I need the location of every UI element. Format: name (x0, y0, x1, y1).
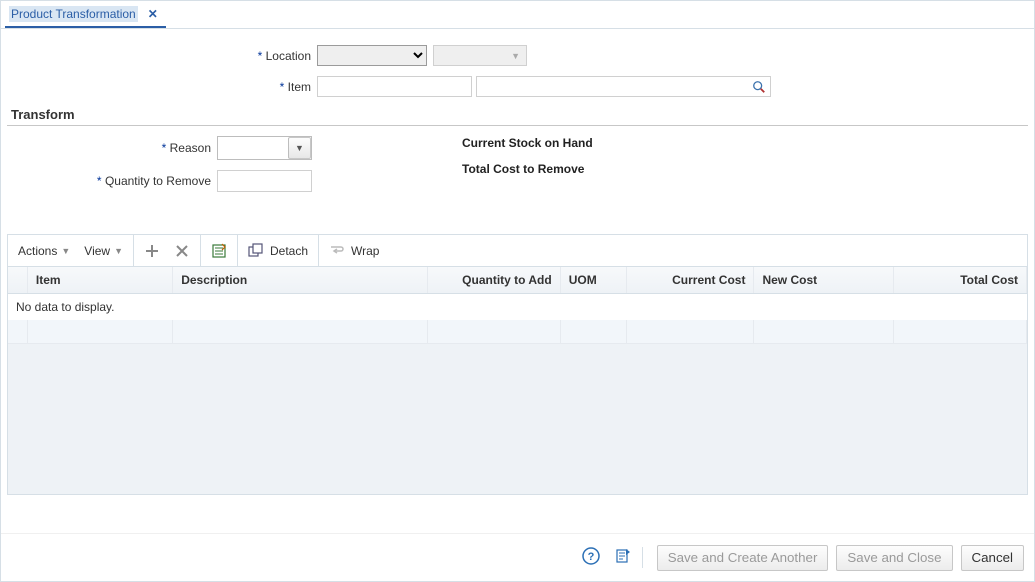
table-body-filler (8, 344, 1027, 494)
reason-combo-button[interactable]: ▼ (288, 137, 311, 159)
tab-title: Product Transformation (9, 6, 138, 22)
table-toolbar: Actions ▼ View ▼ (8, 235, 1027, 267)
wrap-label: Wrap (351, 244, 379, 258)
col-uom[interactable]: UOM (560, 267, 627, 293)
chevron-down-icon: ▼ (61, 246, 70, 256)
wrap-button[interactable]: Wrap (329, 243, 379, 259)
items-table-panel: Actions ▼ View ▼ (7, 234, 1028, 495)
detach-button[interactable]: Detach (248, 243, 308, 259)
delete-row-button[interactable] (174, 243, 190, 259)
items-table: Item Description Quantity to Add UOM Cur… (8, 267, 1027, 294)
add-row-button[interactable] (144, 243, 160, 259)
save-and-create-another-button[interactable]: Save and Create Another (657, 545, 829, 571)
table-row (8, 320, 1027, 344)
transform-grid: Reason ▼ Quantity to Remove Current Stoc… (7, 134, 1028, 202)
reason-combo[interactable]: ▼ (217, 136, 312, 160)
label-reason: Reason (7, 141, 217, 155)
row-item: Item (7, 76, 1028, 97)
detach-label: Detach (270, 244, 308, 258)
actions-menu-label: Actions (18, 244, 57, 258)
close-tab-icon[interactable]: ✕ (148, 7, 158, 21)
export-button[interactable] (211, 243, 227, 259)
chevron-down-icon: ▼ (114, 246, 123, 256)
col-current-cost[interactable]: Current Cost (627, 267, 754, 293)
detach-icon (248, 243, 264, 259)
col-total-cost[interactable]: Total Cost (893, 267, 1026, 293)
cancel-button[interactable]: Cancel (961, 545, 1025, 571)
items-table-empty-row (8, 320, 1027, 345)
section-title-transform: Transform (7, 107, 1028, 126)
footer-icons: ? (582, 547, 643, 568)
view-menu[interactable]: View ▼ (84, 244, 123, 258)
notes-icon[interactable] (614, 547, 632, 568)
view-menu-label: View (84, 244, 110, 258)
quantity-to-remove-input[interactable] (217, 170, 312, 192)
window: Product Transformation ✕ Location ▼ Item (0, 0, 1035, 582)
col-qty-add[interactable]: Quantity to Add (427, 267, 560, 293)
tab-product-transformation[interactable]: Product Transformation ✕ (5, 2, 166, 28)
item-description-lookup[interactable] (476, 76, 771, 97)
label-location: Location (7, 49, 317, 63)
table-header-row: Item Description Quantity to Add UOM Cur… (8, 267, 1027, 293)
location-select[interactable] (317, 45, 427, 66)
location-secondary-combo: ▼ (433, 45, 527, 66)
wrap-icon (329, 243, 345, 259)
label-qty-remove: Quantity to Remove (7, 174, 217, 188)
transform-right-column: Current Stock on Hand Total Cost to Remo… (462, 134, 593, 202)
label-item: Item (7, 80, 317, 94)
search-icon (752, 80, 766, 94)
col-description[interactable]: Description (173, 267, 427, 293)
label-current-stock: Current Stock on Hand (462, 136, 593, 150)
tab-bar: Product Transformation ✕ (1, 1, 1034, 29)
reason-input[interactable] (218, 137, 288, 159)
save-and-close-button[interactable]: Save and Close (836, 545, 952, 571)
col-item[interactable]: Item (27, 267, 172, 293)
table-empty-message: No data to display. (8, 294, 1027, 320)
label-total-cost-remove: Total Cost to Remove (462, 162, 593, 176)
item-input[interactable] (317, 76, 472, 97)
col-selector (8, 267, 27, 293)
actions-menu[interactable]: Actions ▼ (18, 244, 70, 258)
transform-left-column: Reason ▼ Quantity to Remove (7, 134, 312, 202)
content-scroll[interactable]: Location ▼ Item Transform Reason (1, 29, 1034, 533)
help-icon[interactable]: ? (582, 547, 600, 568)
footer-bar: ? Save and Create Another Save and Close… (1, 533, 1034, 581)
chevron-down-icon: ▼ (295, 143, 304, 153)
row-location: Location ▼ (7, 45, 1028, 66)
col-new-cost[interactable]: New Cost (754, 267, 893, 293)
chevron-down-icon: ▼ (511, 51, 520, 61)
svg-text:?: ? (587, 551, 594, 563)
